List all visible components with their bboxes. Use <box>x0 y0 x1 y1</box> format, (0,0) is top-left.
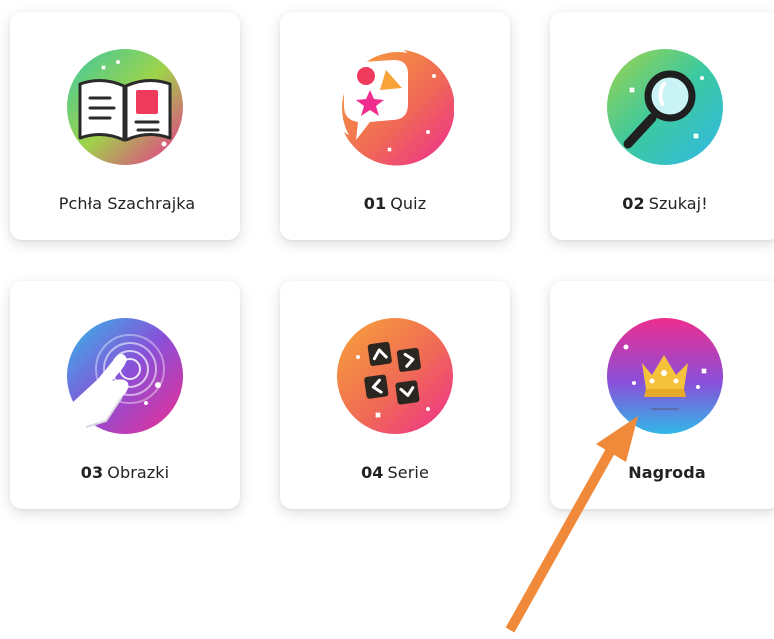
tile-obrazki[interactable]: 03 Obrazki <box>10 281 240 509</box>
tile-label: 01 Quiz <box>363 194 427 213</box>
crown-icon <box>606 317 724 435</box>
open-book-icon <box>66 48 184 166</box>
tap-hand-icon <box>66 317 184 435</box>
magnifier-icon <box>606 48 724 166</box>
tile-label: Pchła Szachrajka <box>58 194 196 213</box>
tile-label: 03 Obrazki <box>80 463 170 482</box>
tile-label: 04 Serie <box>361 463 429 482</box>
tile-pchla-szachrajka[interactable]: Pchła Szachrajka <box>10 12 240 240</box>
tile-szukaj[interactable]: 02 Szukaj! <box>550 12 774 240</box>
quiz-shapes-icon <box>336 48 454 166</box>
tile-nagroda[interactable]: Nagroda <box>550 281 774 509</box>
tile-label: Nagroda <box>628 463 706 482</box>
tile-grid: Pchła Szachrajka 01 Quiz 02 Szukaj! 03 O… <box>0 0 774 639</box>
tile-quiz[interactable]: 01 Quiz <box>280 12 510 240</box>
tile-label: 02 Szukaj! <box>622 194 708 213</box>
arrow-keys-icon <box>336 317 454 435</box>
tile-serie[interactable]: 04 Serie <box>280 281 510 509</box>
